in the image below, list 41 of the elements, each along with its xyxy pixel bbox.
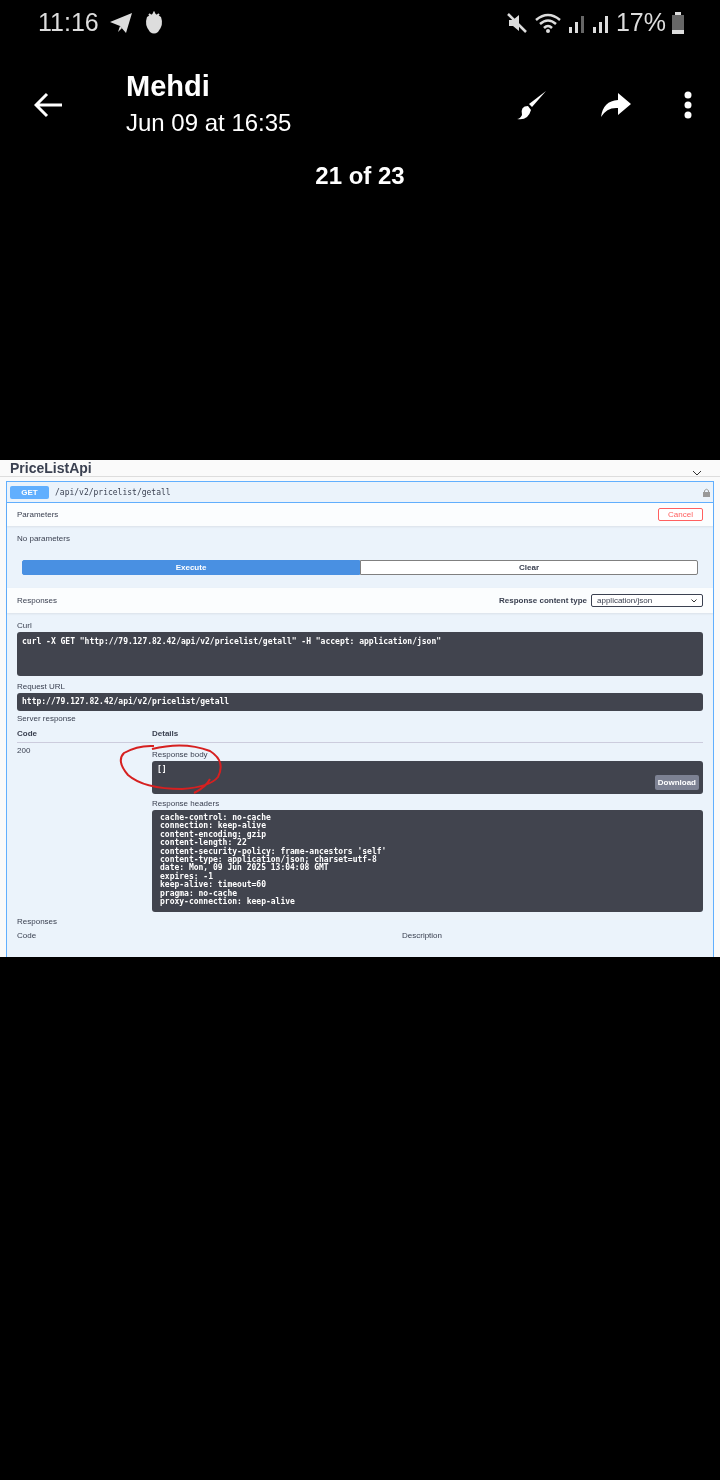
sender-name: Mehdi: [126, 70, 211, 103]
request-url-label: Request URL: [17, 682, 67, 691]
server-response-title: Server response: [17, 714, 77, 723]
chevron-icon[interactable]: [692, 470, 702, 476]
brush-icon[interactable]: [516, 88, 548, 121]
response-headers-label: Response headers: [152, 799, 221, 808]
section-title: PriceListApi: [10, 461, 92, 476]
image-counter: 21 of 23: [314, 162, 406, 190]
battery-percent: 17%: [615, 8, 666, 37]
empty-parameters-text: No parameters: [16, 533, 71, 545]
lock-icon[interactable]: [703, 487, 710, 497]
request-url: http://79.127.82.42/api/v2/pricelist/getall: [17, 693, 703, 711]
share-icon[interactable]: [600, 91, 632, 118]
response-body-text: []: [157, 765, 167, 774]
content-type-select[interactable]: application/json: [591, 594, 703, 607]
response-body-label: Response body: [152, 750, 209, 759]
back-icon[interactable]: [34, 91, 64, 118]
curl-label: Curl: [17, 621, 33, 630]
description-column-header: Description: [402, 931, 442, 940]
mute-icon: [505, 11, 528, 34]
responses-title: Responses: [17, 596, 58, 605]
battery-icon: [672, 11, 684, 34]
content-type-label: Response content type: [499, 596, 587, 605]
curl-command: curl -X GET "http://79.127.82.42/api/v2/pricelist/getall" -H "accept: application/json": [17, 632, 703, 676]
code-column-header: Code: [17, 729, 152, 743]
response-headers: cache-control: no-cache connection: keep-alive content-encoding: gzip content-length: 22 content-security-policy: frame-ancestors 'self' content-type: application/json; charset=utf-8 date: Mon, 09 Jun 2025 13:04:08 GMT expires: -1 keep-alive: timeout=60 pragma: no-cache proxy-connection: keep-alive: [152, 810, 703, 912]
parameters-title: Parameters: [17, 510, 59, 519]
send-icon: [108, 11, 133, 34]
download-button[interactable]: Download: [654, 775, 699, 790]
message-date: Jun 09 at 16:35: [126, 109, 293, 137]
details-column-header: Details: [152, 729, 703, 743]
wifi-icon: [533, 11, 562, 34]
status-code: 200: [17, 746, 32, 757]
clear-button[interactable]: Clear: [360, 560, 698, 575]
responses-title: Responses: [17, 917, 59, 926]
status-time: 11:16: [38, 8, 99, 37]
code-column-header: Code: [17, 931, 38, 940]
chevron-icon: [691, 598, 697, 603]
endpoint-path[interactable]: /api/v2/pricelist/getall: [55, 487, 697, 497]
method-badge: GET: [10, 485, 49, 499]
more-icon[interactable]: [684, 90, 692, 119]
